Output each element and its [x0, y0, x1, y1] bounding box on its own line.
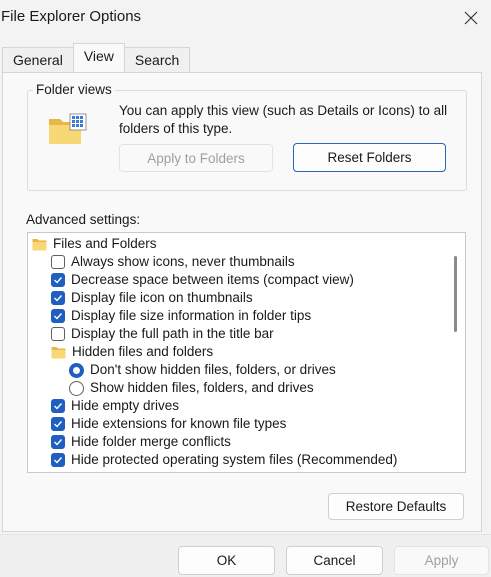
folder-icon — [51, 346, 66, 358]
option-label: Display file size information in folder … — [71, 308, 312, 323]
option-always-show-icons[interactable]: Always show icons, never thumbnails — [51, 253, 465, 271]
apply-button[interactable]: Apply — [394, 546, 489, 575]
close-icon — [464, 11, 478, 25]
apply-to-folders-button[interactable]: Apply to Folders — [119, 144, 273, 172]
option-label: Decrease space between items (compact vi… — [71, 272, 354, 287]
option-hide-extensions[interactable]: Hide extensions for known file types — [51, 415, 465, 433]
checkbox-checked[interactable] — [51, 399, 65, 413]
title-bar: File Explorer Options — [0, 0, 491, 36]
option-label: Display file icon on thumbnails — [71, 290, 253, 305]
option-label: Display the full path in the title bar — [71, 326, 274, 341]
checkmark-icon — [54, 277, 63, 284]
folder-views-group: Folder views You can apply this view (su… — [27, 82, 467, 191]
option-dont-show-hidden[interactable]: Don't show hidden files, folders, or dri… — [69, 361, 465, 379]
checkbox-checked[interactable] — [51, 453, 65, 467]
cancel-button[interactable]: Cancel — [286, 546, 383, 575]
option-label: Hide protected operating system files (R… — [71, 452, 398, 467]
checkmark-icon — [54, 313, 63, 320]
folder-views-description: You can apply this view (such as Details… — [119, 103, 448, 136]
option-label: Show hidden files, folders, and drives — [90, 380, 314, 395]
checkbox-unchecked[interactable] — [51, 255, 65, 269]
reset-folders-button[interactable]: Reset Folders — [293, 143, 446, 172]
option-label: Always show icons, never thumbnails — [71, 254, 295, 269]
tab-general[interactable]: General — [2, 47, 74, 72]
window-title: File Explorer Options — [1, 8, 142, 25]
option-hide-empty-drives[interactable]: Hide empty drives — [51, 397, 465, 415]
tab-strip: General View Search — [2, 43, 191, 72]
tree-scrollbar[interactable] — [454, 256, 457, 332]
option-label: Hide folder merge conflicts — [71, 434, 231, 449]
option-display-file-icon[interactable]: Display file icon on thumbnails — [51, 289, 465, 307]
checkmark-icon — [54, 403, 63, 410]
advanced-settings-tree[interactable]: Files and Folders Always show icons, nev… — [27, 232, 466, 473]
checkbox-unchecked[interactable] — [51, 327, 65, 341]
option-hide-protected-files[interactable]: Hide protected operating system files (R… — [51, 451, 465, 469]
checkmark-icon — [54, 295, 63, 302]
option-display-full-path[interactable]: Display the full path in the title bar — [51, 325, 465, 343]
checkbox-checked[interactable] — [51, 273, 65, 287]
folder-views-legend: Folder views — [33, 82, 115, 97]
close-button[interactable] — [451, 0, 491, 36]
option-label: Hide extensions for known file types — [71, 416, 287, 431]
option-label: Don't show hidden files, folders, or dri… — [90, 362, 336, 377]
checkbox-checked[interactable] — [51, 291, 65, 305]
file-explorer-options-dialog: File Explorer Options General View Searc… — [0, 0, 491, 577]
tree-folder-label: Files and Folders — [53, 236, 157, 251]
option-display-file-size[interactable]: Display file size information in folder … — [51, 307, 465, 325]
radio-selected[interactable] — [69, 362, 84, 378]
checkmark-icon — [54, 439, 63, 446]
option-hide-merge-conflicts[interactable]: Hide folder merge conflicts — [51, 433, 465, 451]
radio-unselected[interactable] — [69, 380, 84, 396]
restore-defaults-button[interactable]: Restore Defaults — [328, 493, 464, 520]
checkbox-checked[interactable] — [51, 435, 65, 449]
advanced-settings-label: Advanced settings: — [26, 212, 141, 227]
option-label: Hide empty drives — [71, 398, 180, 413]
tab-search[interactable]: Search — [123, 47, 191, 72]
tree-folder-files-and-folders: Files and Folders — [32, 235, 452, 253]
option-show-hidden[interactable]: Show hidden files, folders, and drives — [69, 379, 465, 397]
tree-folder-label: Hidden files and folders — [72, 344, 214, 359]
checkmark-icon — [54, 457, 63, 464]
checkbox-checked[interactable] — [51, 309, 65, 323]
folder-icon — [32, 238, 47, 250]
folder-view-icon — [49, 113, 87, 144]
checkbox-checked[interactable] — [51, 417, 65, 431]
tree-folder-hidden-files: Hidden files and folders — [51, 343, 465, 361]
option-decrease-space[interactable]: Decrease space between items (compact vi… — [51, 271, 465, 289]
tab-view[interactable]: View — [72, 43, 125, 72]
ok-button[interactable]: OK — [178, 546, 275, 575]
checkmark-icon — [54, 421, 63, 428]
